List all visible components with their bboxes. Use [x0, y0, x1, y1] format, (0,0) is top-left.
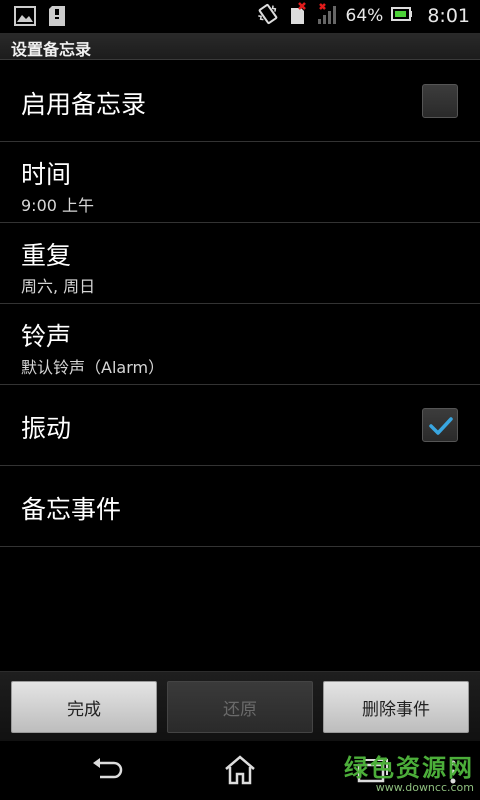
image-icon: [14, 6, 36, 30]
signal-icon: [316, 3, 338, 29]
setting-time[interactable]: 时间 9:00 上午: [0, 142, 480, 223]
no-sim-icon: [288, 2, 308, 30]
setting-vibrate[interactable]: 振动: [0, 385, 480, 466]
setting-memo-event-title: 备忘事件: [21, 495, 122, 524]
battery-icon: [391, 6, 413, 26]
sd-card-icon: [48, 5, 66, 31]
watermark-brand: 绿色资源网: [344, 754, 474, 782]
setting-ringtone-value: 默认铃声（Alarm）: [21, 358, 165, 377]
done-button[interactable]: 完成: [11, 681, 157, 733]
page-title: 设置备忘录: [11, 40, 92, 59]
status-bar: 64% 8:01: [0, 0, 480, 33]
setting-ringtone[interactable]: 铃声 默认铃声（Alarm）: [0, 304, 480, 385]
back-icon[interactable]: [90, 755, 124, 787]
setting-ringtone-title: 铃声: [21, 322, 72, 351]
checkmark-icon: [429, 417, 453, 435]
vibrate-icon: [256, 2, 280, 30]
setting-time-title: 时间: [21, 160, 72, 189]
setting-enable-memo-title: 启用备忘录: [21, 90, 147, 119]
action-bar: 完成 还原 删除事件: [0, 671, 480, 741]
home-icon[interactable]: [223, 755, 257, 789]
enable-memo-checkbox[interactable]: [422, 84, 458, 118]
settings-list: 启用备忘录 时间 9:00 上午 重复 周六, 周日 铃声 默认铃声（Alarm…: [0, 61, 480, 547]
vibrate-checkbox[interactable]: [422, 408, 458, 442]
clock: 8:01: [427, 5, 470, 27]
delete-event-button[interactable]: 删除事件: [323, 681, 469, 733]
setting-repeat-value: 周六, 周日: [21, 277, 96, 296]
setting-vibrate-title: 振动: [21, 414, 72, 443]
title-bar: 设置备忘录: [0, 33, 480, 60]
revert-button[interactable]: 还原: [167, 681, 313, 733]
setting-memo-event[interactable]: 备忘事件: [0, 466, 480, 547]
setting-repeat[interactable]: 重复 周六, 周日: [0, 223, 480, 304]
watermark: 绿色资源网 www.downcc.com: [344, 748, 474, 794]
setting-enable-memo[interactable]: 启用备忘录: [0, 61, 480, 142]
battery-percent: 64%: [345, 6, 384, 26]
setting-repeat-title: 重复: [21, 241, 72, 270]
setting-time-value: 9:00 上午: [21, 196, 95, 215]
